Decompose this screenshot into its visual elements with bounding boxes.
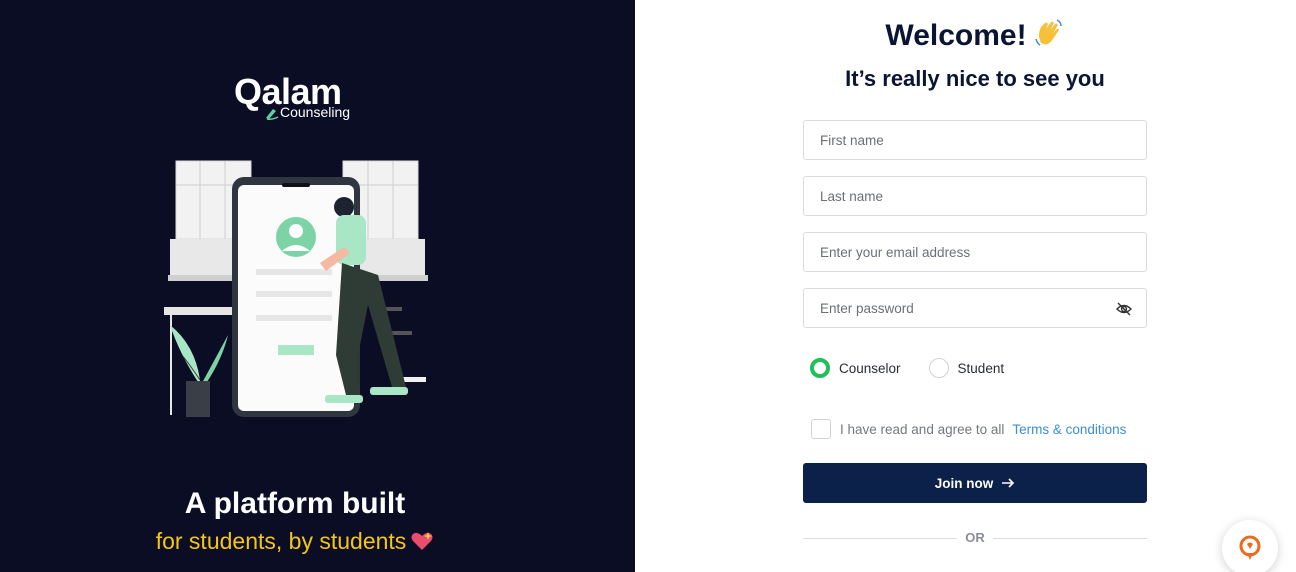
logo: Qalam Counseling [234, 72, 364, 126]
email-input[interactable] [804, 233, 1146, 271]
password-field[interactable] [803, 288, 1147, 328]
or-divider: OR [803, 530, 1147, 548]
radio-dot[interactable] [928, 358, 949, 378]
radio-dot-selected[interactable] [810, 358, 830, 378]
email-field[interactable] [803, 232, 1147, 272]
tagline-subheading-text: for students, by students [155, 528, 407, 554]
left-panel: Qalam Counseling A platform built for st… [0, 0, 635, 572]
divider-line-right [993, 538, 1147, 539]
sparkling-heart-icon [411, 532, 433, 550]
welcome-title-text: Welcome! [885, 19, 1027, 52]
logo-subtitle: Counseling [280, 104, 351, 120]
chat-support-button[interactable] [1222, 520, 1278, 572]
first-name-field[interactable] [803, 120, 1147, 160]
last-name-input[interactable] [804, 177, 1146, 215]
join-now-button[interactable]: Join now [803, 463, 1147, 503]
join-now-label: Join now [934, 475, 994, 491]
arrow-right-icon [1002, 478, 1015, 488]
role-selector: Counselor Student [810, 356, 1032, 380]
last-name-field[interactable] [803, 176, 1147, 216]
tagline-heading: A platform built [184, 487, 406, 520]
signup-illustration [164, 160, 428, 417]
eye-off-icon[interactable] [1116, 301, 1132, 317]
terms-checkbox[interactable] [811, 419, 831, 439]
welcome-subtitle: It’s really nice to see you [845, 66, 1105, 91]
pen-icon [266, 109, 279, 120]
welcome-title: Welcome! [635, 16, 1296, 56]
tagline-subheading: for students, by students [0, 526, 590, 556]
chat-support-icon [1239, 535, 1261, 560]
role-option-student[interactable]: Student [928, 358, 1005, 378]
role-label-counselor: Counselor [839, 360, 901, 376]
waving-hand-icon [1034, 19, 1062, 46]
terms-agreement: I have read and agree to all Terms & con… [811, 418, 1126, 440]
first-name-input[interactable] [804, 121, 1146, 159]
password-input[interactable] [804, 289, 1146, 327]
role-option-counselor[interactable]: Counselor [810, 358, 901, 378]
agree-text: I have read and agree to all [840, 421, 1005, 437]
role-label-student: Student [957, 360, 1005, 376]
terms-link[interactable]: Terms & conditions [1012, 422, 1126, 437]
signup-panel: Welcome! It’s really nice to see you Cou… [635, 0, 1296, 572]
